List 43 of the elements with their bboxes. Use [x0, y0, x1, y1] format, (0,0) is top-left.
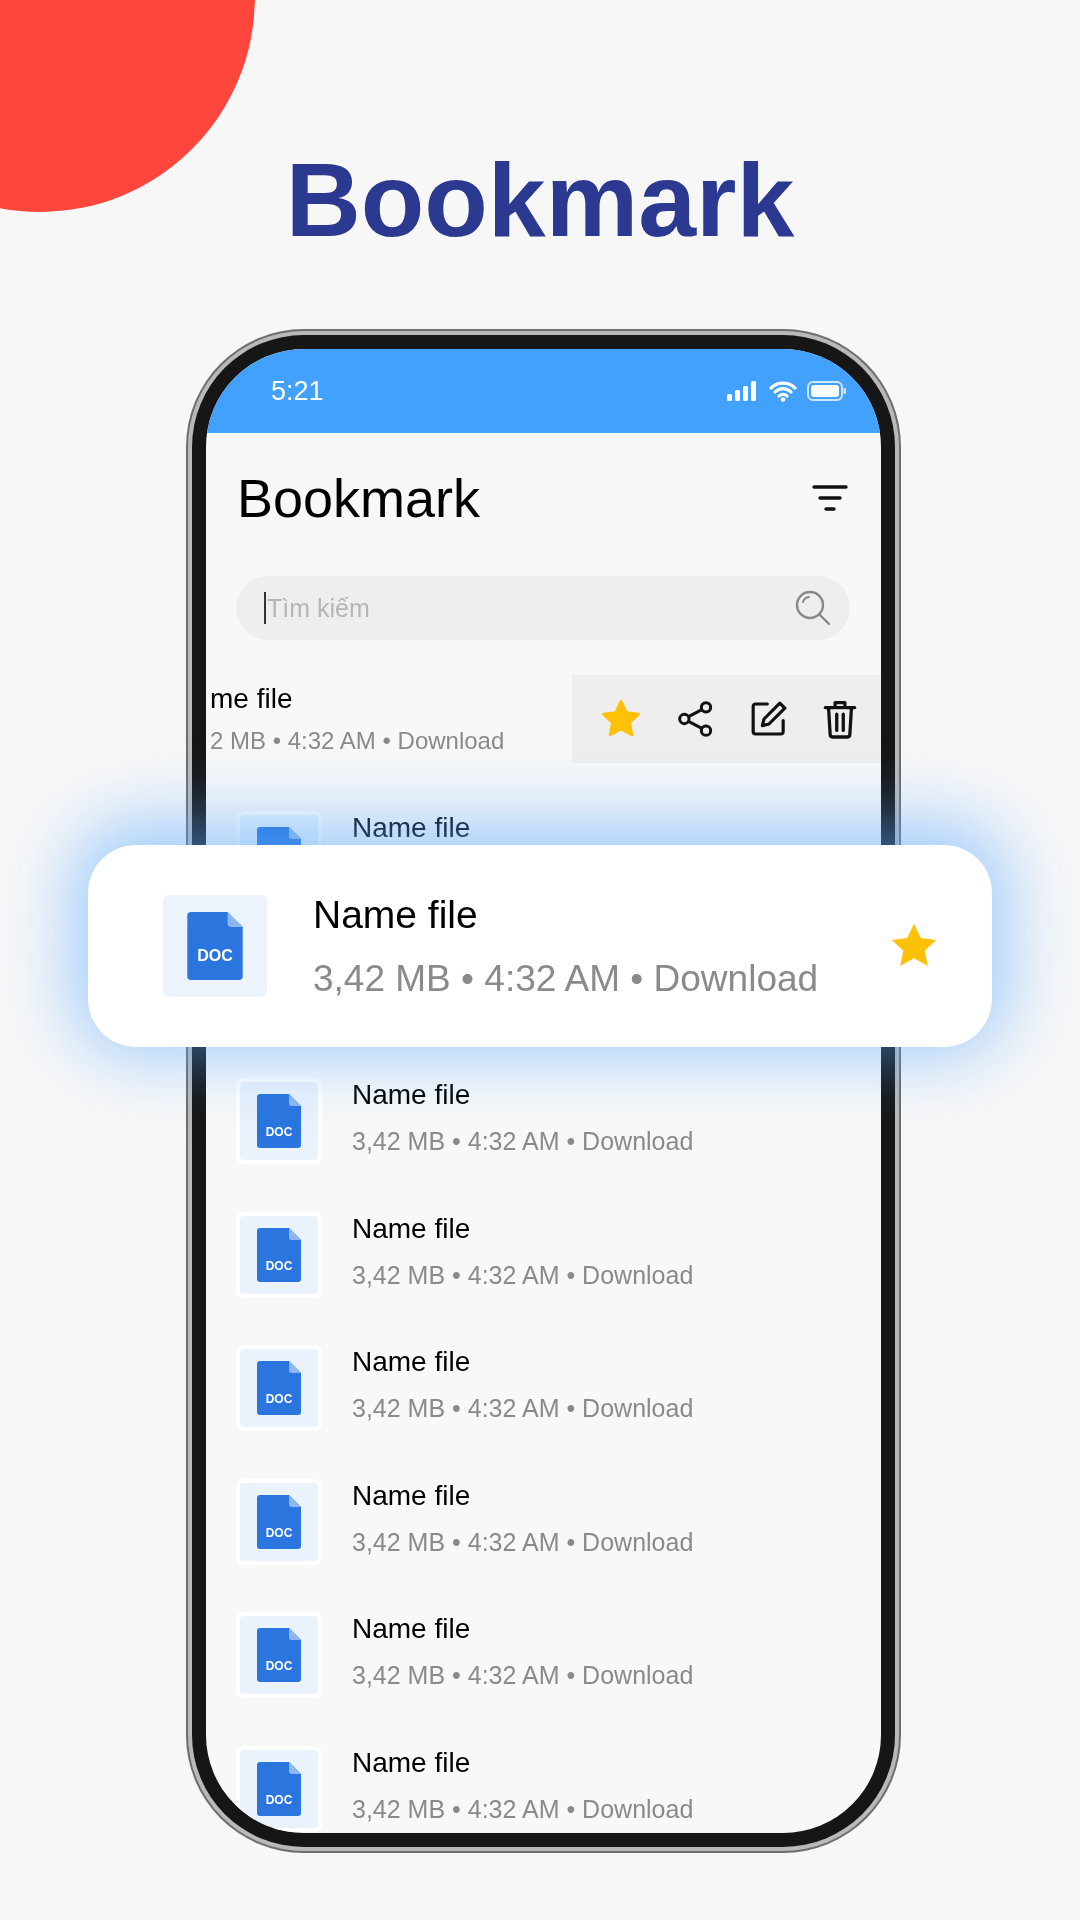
file-details: 3,42 MB • 4:32 AM • Download: [352, 1393, 694, 1423]
file-type-label: DOC: [264, 1125, 294, 1139]
filter-icon[interactable]: [812, 484, 848, 512]
search-icon[interactable]: [794, 589, 832, 627]
search-field[interactable]: Tìm kiếm: [236, 576, 850, 640]
file-type-label: DOC: [264, 1659, 294, 1673]
file-name: Name file: [352, 1078, 472, 1112]
file-details: 3,42 MB • 4:32 AM • Download: [313, 959, 820, 999]
file-name: Name file: [352, 811, 471, 845]
file-name: Name file: [313, 893, 479, 937]
status-time: 5:21: [271, 375, 324, 407]
file-details: 3,42 MB • 4:32 AM • Download: [352, 1259, 694, 1290]
signal-icon: [727, 381, 759, 401]
file-name: Name file: [352, 1478, 472, 1513]
file-details: 3,42 MB • 4:32 AM • Download: [352, 1793, 694, 1824]
delete-icon[interactable]: [822, 699, 859, 739]
file-name: Name file: [352, 1211, 472, 1246]
file-name: me file: [210, 683, 294, 715]
file-details: 3,42 MB • 4:32 AM • Download: [352, 1660, 694, 1690]
document-icon: [257, 1628, 301, 1682]
file-type-label: DOC: [264, 1392, 294, 1406]
file-type-label: DOC: [264, 1258, 294, 1273]
document-icon: [187, 912, 243, 980]
file-details: 2 MB • 4:32 AM • Download: [210, 727, 505, 755]
file-type-label: DOC: [196, 947, 234, 965]
text-cursor: [264, 592, 266, 624]
file-name: Name file: [352, 1345, 472, 1379]
battery-icon: [807, 381, 847, 401]
file-name: Name file: [352, 1612, 472, 1646]
file-type-label: DOC: [264, 1792, 294, 1807]
file-name: Name file: [352, 1745, 472, 1780]
document-icon: [257, 1494, 301, 1549]
document-icon: [257, 1761, 301, 1816]
document-icon: [257, 1094, 301, 1148]
document-icon: [257, 1361, 301, 1415]
file-type-label: DOC: [264, 1525, 294, 1540]
highlighted-file-card[interactable]: DOC Name file 3,42 MB • 4:32 AM • Download: [88, 845, 992, 1047]
headline: Bookmark: [284, 141, 796, 260]
wifi-icon: [769, 380, 797, 402]
page-title: Bookmark: [237, 467, 481, 529]
file-details: 3,42 MB • 4:32 AM • Download: [352, 1126, 694, 1156]
document-icon: [257, 1227, 301, 1282]
file-details: 3,42 MB • 4:32 AM • Download: [352, 1526, 694, 1557]
